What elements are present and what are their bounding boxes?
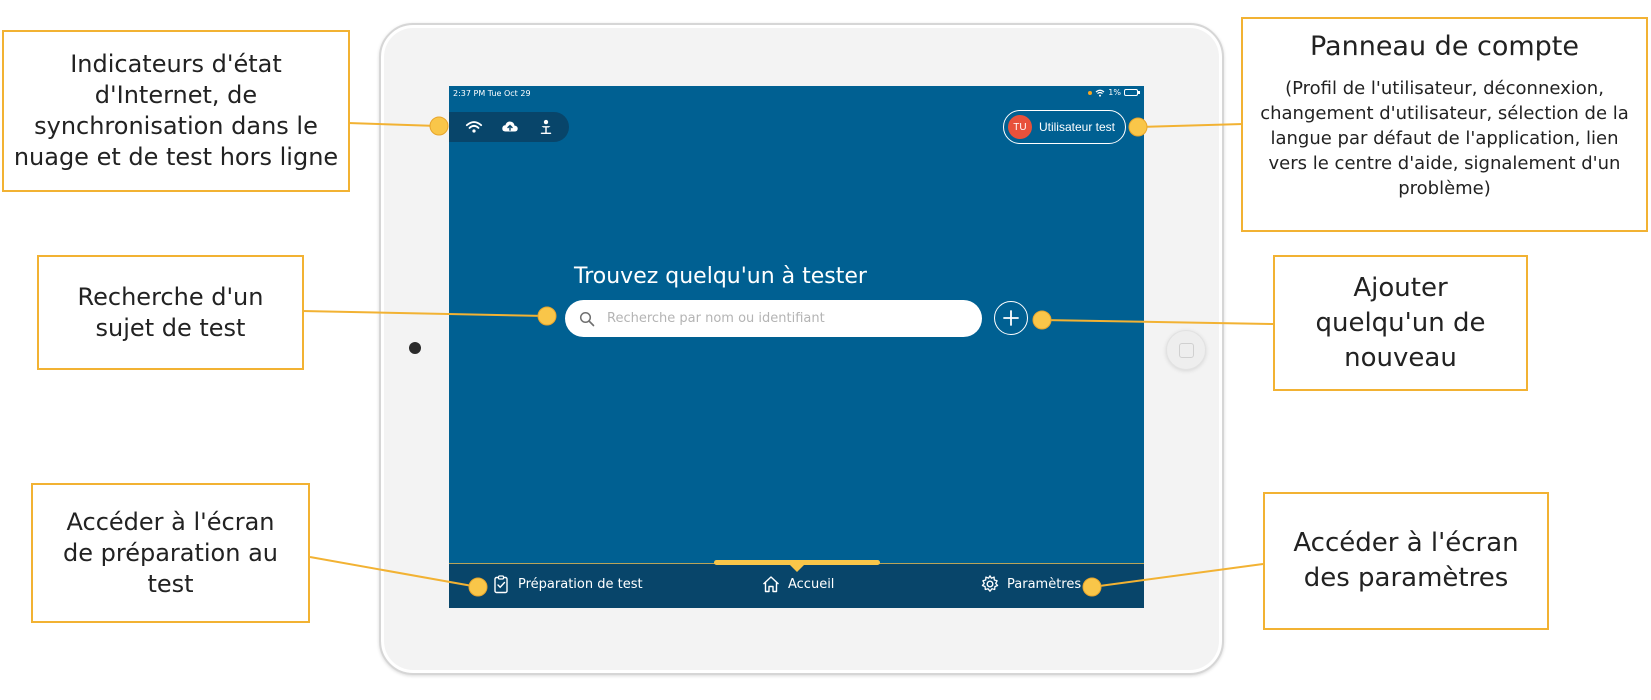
callout-indicators: Indicateurs d'état d'Internet, de synchr…	[2, 30, 350, 192]
search-input[interactable]	[605, 310, 969, 327]
offline-test-icon	[540, 119, 552, 135]
nav-item-label: Paramètres	[1007, 576, 1082, 592]
clipboard-check-icon	[494, 575, 508, 594]
status-bar: 2:37 PM Tue Oct 29 1%	[449, 86, 1144, 100]
nav-item-home[interactable]: Accueil	[761, 574, 834, 594]
status-right: 1%	[1088, 88, 1140, 97]
search-title: Trouvez quelqu'un à tester	[574, 264, 867, 289]
tablet-home-button	[1166, 330, 1206, 370]
search-box[interactable]	[565, 300, 982, 337]
gear-icon	[981, 575, 999, 592]
battery-icon	[1124, 89, 1140, 96]
nav-item-test-preparation[interactable]: Préparation de test	[491, 574, 643, 594]
cloud-sync-icon	[502, 121, 518, 132]
nav-active-indicator	[714, 560, 880, 572]
plus-icon	[1003, 310, 1019, 326]
callout-account: Panneau de compte (Profil de l'utilisate…	[1241, 17, 1648, 232]
callout-search: Recherche d'un sujet de test	[37, 255, 304, 370]
callout-add: Ajouter quelqu'un de nouveau	[1273, 255, 1528, 391]
wifi-icon	[465, 121, 483, 133]
home-icon	[763, 576, 779, 593]
search-icon	[579, 311, 595, 326]
app-screen: 2:37 PM Tue Oct 29 1% TU Utilisateur tes…	[449, 86, 1144, 608]
bottom-nav: Préparation de test Accueil Paramètres	[449, 560, 1144, 608]
nav-item-label: Préparation de test	[518, 576, 643, 592]
callout-settings: Accéder à l'écran des paramètres	[1263, 492, 1549, 630]
account-button[interactable]: TU Utilisateur test	[1002, 110, 1126, 144]
callout-prep: Accéder à l'écran de préparation au test	[31, 483, 310, 623]
status-time: 2:37 PM Tue Oct 29	[453, 89, 531, 98]
nav-item-label: Accueil	[788, 576, 835, 592]
account-button-label: Utilisateur test	[1038, 120, 1115, 134]
nav-item-settings[interactable]: Paramètres	[980, 574, 1081, 594]
status-battery-level: 1%	[1108, 88, 1121, 97]
callout-account-description: (Profil de l'utilisateur, déconnexion, c…	[1260, 78, 1629, 199]
avatar: TU	[1007, 115, 1032, 139]
status-dot-icon	[1088, 90, 1093, 95]
callout-account-title: Panneau de compte	[1309, 31, 1580, 62]
add-person-button[interactable]	[994, 301, 1028, 335]
tablet-camera	[409, 342, 421, 354]
status-wifi-icon	[1095, 89, 1105, 97]
status-indicators[interactable]	[449, 112, 569, 142]
